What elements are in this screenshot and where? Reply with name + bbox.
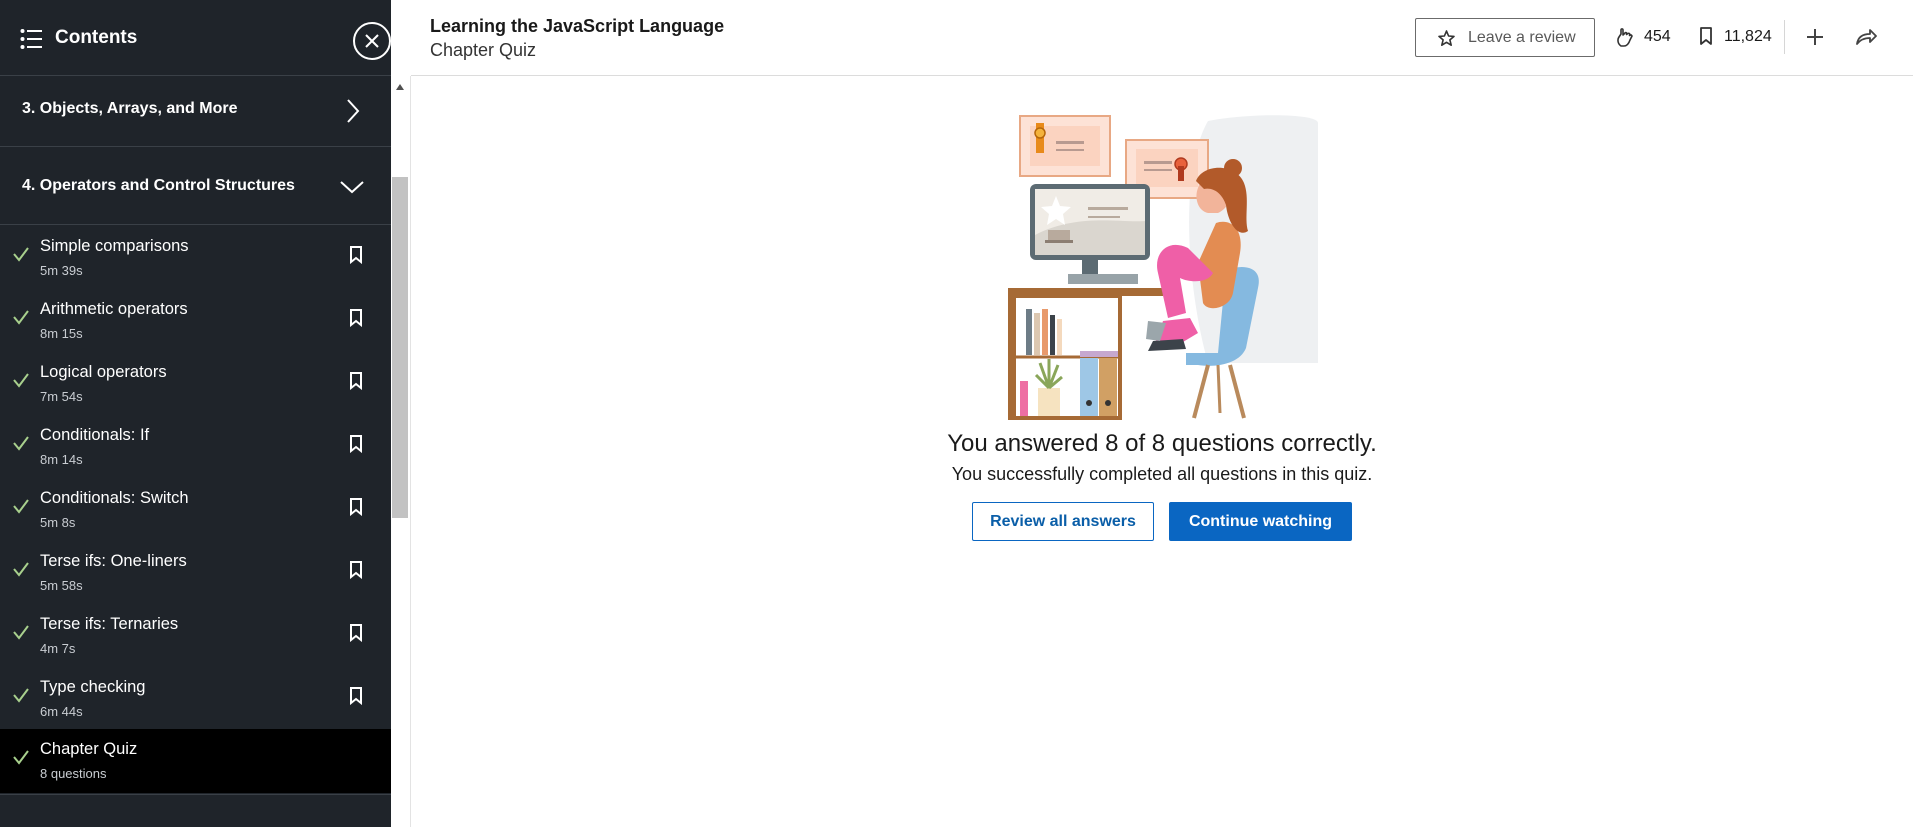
chevron-right-icon	[347, 99, 360, 123]
item-duration: 5m 39s	[40, 263, 83, 278]
review-label: Leave a review	[1468, 29, 1576, 46]
list-item[interactable]: Terse ifs: One-liners 5m 58s	[0, 541, 391, 604]
check-icon	[13, 247, 29, 262]
leave-review-button[interactable]: Leave a review	[1415, 18, 1595, 57]
quiz-complete-illustration	[1008, 115, 1318, 420]
list-item[interactable]: Arithmetic operators 8m 15s	[0, 289, 391, 352]
list-item[interactable]: Conditionals: If 8m 14s	[0, 415, 391, 478]
chapter-3[interactable]: 3. Objects, Arrays, and More	[0, 77, 391, 147]
contents-scroll-area[interactable]: 3. Objects, Arrays, and More 4. Operator…	[0, 77, 391, 827]
check-icon	[13, 373, 29, 388]
item-duration: 8m 15s	[40, 326, 83, 341]
like-icon[interactable]	[1615, 26, 1635, 48]
item-name: Type checking	[40, 678, 146, 696]
scroll-up-arrow-icon[interactable]	[396, 84, 404, 90]
sidebar-header: Contents	[0, 0, 391, 76]
chevron-down-icon	[340, 181, 364, 194]
bookmark-icon[interactable]	[349, 435, 363, 453]
item-name: Simple comparisons	[40, 237, 189, 255]
check-icon	[13, 562, 29, 577]
bookmark-icon[interactable]	[349, 372, 363, 390]
item-duration: 6m 44s	[40, 704, 83, 719]
bookmark-icon[interactable]	[349, 498, 363, 516]
app-window: Contents 3. Objects, Arrays, and More 4.…	[0, 0, 1913, 827]
contents-sidebar: Contents 3. Objects, Arrays, and More 4.…	[0, 0, 391, 827]
check-icon	[13, 499, 29, 514]
continue-watching-button[interactable]: Continue watching	[1169, 502, 1352, 541]
item-duration: 5m 8s	[40, 515, 76, 530]
saves-count: 11,824	[1724, 28, 1772, 45]
check-icon	[13, 625, 29, 640]
list-item[interactable]: Logical operators 7m 54s	[0, 352, 391, 415]
bookmark-icon[interactable]	[349, 687, 363, 705]
course-title: Learning the JavaScript Language	[430, 16, 725, 36]
list-item[interactable]: Conditionals: Switch 5m 8s	[0, 478, 391, 541]
close-sidebar-button[interactable]	[353, 22, 391, 60]
sidebar-scrollbar[interactable]	[391, 76, 411, 827]
check-icon	[13, 688, 29, 703]
item-name: Arithmetic operators	[40, 300, 188, 318]
scrollbar-thumb[interactable]	[392, 177, 408, 518]
quiz-result-text: You answered 8 of 8 questions correctly.	[947, 430, 1377, 457]
chapter-label: 3. Objects, Arrays, and More	[22, 100, 238, 117]
page-subtitle: Chapter Quiz	[430, 40, 537, 60]
check-icon	[13, 750, 29, 765]
chapter-4[interactable]: 4. Operators and Control Structures	[0, 147, 391, 225]
check-icon	[13, 310, 29, 325]
quiz-result-message: You successfully completed all questions…	[951, 464, 1373, 484]
bookmark-icon[interactable]	[349, 246, 363, 264]
chapter-5-partial[interactable]	[0, 794, 391, 827]
list-item-active[interactable]: Chapter Quiz 8 questions	[0, 729, 391, 793]
item-duration: 4m 7s	[40, 641, 76, 656]
close-icon	[365, 34, 379, 48]
bookmark-icon[interactable]	[349, 309, 363, 327]
top-bar: Learning the JavaScript Language Chapter…	[411, 0, 1913, 76]
check-icon	[13, 436, 29, 451]
bookmark-icon[interactable]	[1699, 27, 1713, 46]
item-name: Conditionals: Switch	[40, 489, 189, 507]
list-item[interactable]: Type checking 6m 44s	[0, 667, 391, 730]
item-name: Terse ifs: Ternaries	[40, 615, 179, 633]
item-name: Terse ifs: One-liners	[40, 552, 187, 570]
item-name: Logical operators	[40, 363, 167, 381]
list-item[interactable]: Simple comparisons 5m 39s	[0, 226, 391, 289]
item-name: Chapter Quiz	[40, 740, 138, 758]
toolbar-divider	[1784, 20, 1785, 54]
item-duration: 8 questions	[40, 766, 107, 781]
likes-count: 454	[1644, 28, 1671, 45]
item-duration: 7m 54s	[40, 389, 83, 404]
bookmark-icon[interactable]	[349, 624, 363, 642]
contents-list-icon	[20, 29, 42, 49]
chapter-label: 4. Operators and Control Structures	[22, 177, 295, 194]
item-duration: 8m 14s	[40, 452, 83, 467]
star-icon	[1438, 30, 1455, 46]
item-name: Conditionals: If	[40, 426, 150, 444]
share-icon[interactable]	[1855, 28, 1877, 46]
bookmark-icon[interactable]	[349, 561, 363, 579]
item-duration: 5m 58s	[40, 578, 83, 593]
sidebar-title: Contents	[55, 27, 138, 48]
review-all-answers-button[interactable]: Review all answers	[972, 502, 1154, 541]
list-item[interactable]: Terse ifs: Ternaries 4m 7s	[0, 604, 391, 667]
plus-icon[interactable]	[1805, 27, 1825, 47]
